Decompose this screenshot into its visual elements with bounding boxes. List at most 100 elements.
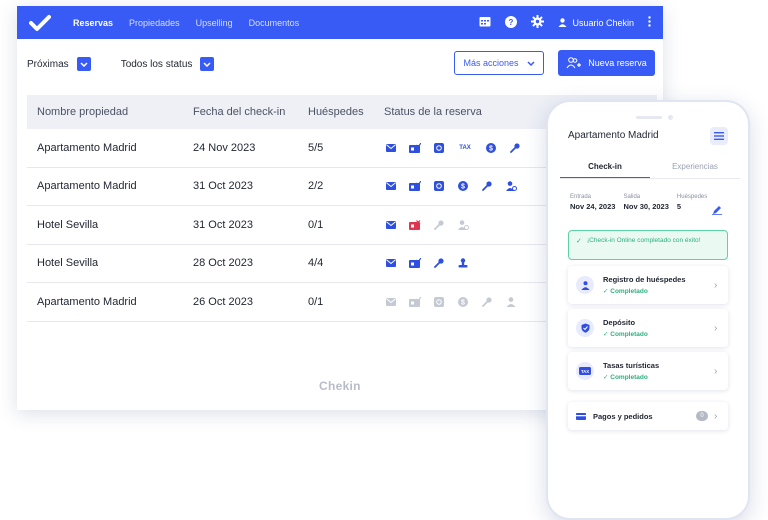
guest-verification-icon	[504, 179, 518, 193]
payments-count-badge: 0	[696, 411, 708, 421]
edit-pencil-icon[interactable]	[712, 202, 722, 220]
tabs-divider	[560, 178, 740, 179]
row-guests: 2/2	[308, 180, 324, 193]
chevron-right-icon: ›	[714, 279, 718, 291]
police-report-disabled-icon	[432, 295, 446, 309]
chekin-footer-logo: Chekin	[319, 379, 361, 393]
key-disabled-icon	[432, 218, 446, 232]
filters-bar: Próximas Todos los status Más acciones N…	[17, 39, 663, 89]
key-disabled-icon	[480, 295, 494, 309]
row-guests: 0/1	[308, 295, 324, 308]
guests-count: Huéspedes 5	[677, 194, 707, 211]
tab-experiences[interactable]: Experiencias	[650, 157, 740, 179]
id-check-icon	[408, 256, 422, 270]
header-checkin-date[interactable]: Fecha del check-in	[193, 106, 308, 118]
phone-camera	[668, 115, 673, 120]
status-filter[interactable]: Todos los status	[121, 57, 215, 71]
header-property[interactable]: Nombre propiedad	[27, 106, 193, 118]
tax-icon-text: TAX	[581, 369, 589, 374]
status-filter-label: Todos los status	[120, 58, 193, 70]
row-guests: 0/1	[308, 218, 324, 231]
card-status: ✓ Completado	[603, 288, 648, 295]
guests-value: 5	[676, 202, 682, 211]
card-status: ✓ Completado	[603, 374, 648, 381]
svg-text:?: ?	[509, 18, 514, 27]
row-guests: 5/5	[308, 141, 324, 154]
svg-text:$: $	[461, 299, 465, 306]
card-title: Tasas turísticas	[603, 361, 660, 370]
add-guests-icon	[566, 57, 582, 69]
stamp-icon	[456, 256, 470, 270]
guest-disabled-icon	[504, 295, 518, 309]
svg-text:$: $	[489, 145, 493, 152]
upcoming-filter[interactable]: Próximas	[27, 57, 91, 71]
phone-mockup: Apartamento Madrid Check-in Experiencias…	[546, 100, 750, 520]
key-icon	[432, 256, 446, 270]
help-icon[interactable]: ?	[505, 15, 518, 30]
chevron-down-icon[interactable]	[200, 57, 215, 71]
new-booking-button[interactable]: Nueva reserva	[558, 50, 655, 76]
phone-speaker	[636, 116, 662, 119]
guest-registration-card[interactable]: Registro de huéspedes ✓ Completado ›	[568, 266, 728, 304]
chevron-down-icon[interactable]	[76, 57, 91, 71]
card-status-text: Completado	[610, 374, 648, 381]
row-date: 31 Oct 2023	[193, 180, 253, 193]
tax-icon: TAX	[459, 144, 471, 151]
tourist-tax-card[interactable]: TAX Tasas turísticas ✓ Completado ›	[568, 352, 728, 390]
card-status-text: Completado	[610, 331, 648, 338]
calendar-icon[interactable]	[479, 16, 491, 29]
key-icon	[480, 179, 494, 193]
nav-reservas[interactable]: Reservas	[73, 18, 113, 28]
entry-label: Entrada	[570, 194, 592, 200]
card-title: Registro de huéspedes	[603, 275, 686, 284]
chevron-right-icon: ›	[714, 322, 718, 334]
kebab-menu-icon[interactable]	[648, 16, 651, 29]
card-title: Depósito	[603, 318, 636, 327]
shield-icon	[576, 319, 594, 337]
payments-card[interactable]: Pagos y pedidos 0 ›	[568, 402, 728, 430]
upcoming-filter-label: Próximas	[27, 58, 69, 70]
id-check-disabled-icon	[408, 295, 422, 309]
deposit-icon: $	[484, 141, 498, 155]
top-right-tools: ? Usuario Chekin	[479, 15, 651, 30]
phone-property-title: Apartamento Madrid	[568, 130, 659, 141]
card-status: ✓ Completado	[603, 331, 648, 338]
police-report-icon	[432, 179, 446, 193]
top-navbar: Reservas Propiedades Upselling Documento…	[17, 6, 663, 39]
row-property: Apartamento Madrid	[37, 180, 137, 193]
row-property: Apartamento Madrid	[37, 295, 137, 308]
row-date: 24 Nov 2023	[193, 141, 256, 154]
more-actions-button[interactable]: Más acciones	[454, 51, 544, 75]
row-date: 28 Oct 2023	[193, 257, 253, 270]
more-actions-label: Más acciones	[463, 58, 519, 68]
card-title: Pagos y pedidos	[593, 411, 653, 421]
user-menu[interactable]: Usuario Chekin	[558, 18, 634, 28]
guest-icon	[576, 276, 594, 294]
id-check-icon	[408, 179, 422, 193]
card-text: Depósito ✓ Completado	[603, 318, 714, 338]
card-text: Pagos y pedidos	[593, 412, 696, 421]
nav-upselling[interactable]: Upselling	[196, 18, 233, 28]
nav-propiedades[interactable]: Propiedades	[129, 18, 180, 28]
row-property: Hotel Sevilla	[37, 218, 99, 231]
chekin-logo-icon[interactable]	[29, 11, 53, 35]
id-check-error-icon	[408, 218, 422, 232]
row-property: Apartamento Madrid	[37, 141, 137, 154]
nav-documentos[interactable]: Documentos	[249, 18, 300, 28]
hamburger-menu-icon[interactable]	[710, 127, 728, 145]
id-check-icon	[408, 141, 422, 155]
email-icon	[384, 179, 398, 193]
svg-text:$: $	[461, 184, 465, 191]
new-booking-label: Nueva reserva	[588, 58, 647, 68]
tab-checkin[interactable]: Check-in	[560, 157, 650, 179]
check-icon: ✓	[576, 238, 582, 245]
chevron-right-icon: ›	[714, 365, 718, 377]
header-guests[interactable]: Huéspedes	[308, 106, 384, 118]
settings-gear-icon[interactable]	[531, 15, 545, 30]
guests-label: Huéspedes	[676, 194, 708, 200]
entry-date: Entrada Nov 24, 2023	[570, 194, 615, 211]
row-date: 31 Oct 2023	[193, 218, 253, 231]
row-guests: 4/4	[308, 257, 324, 270]
chevron-right-icon: ›	[714, 410, 718, 422]
deposit-card[interactable]: Depósito ✓ Completado ›	[568, 309, 728, 347]
